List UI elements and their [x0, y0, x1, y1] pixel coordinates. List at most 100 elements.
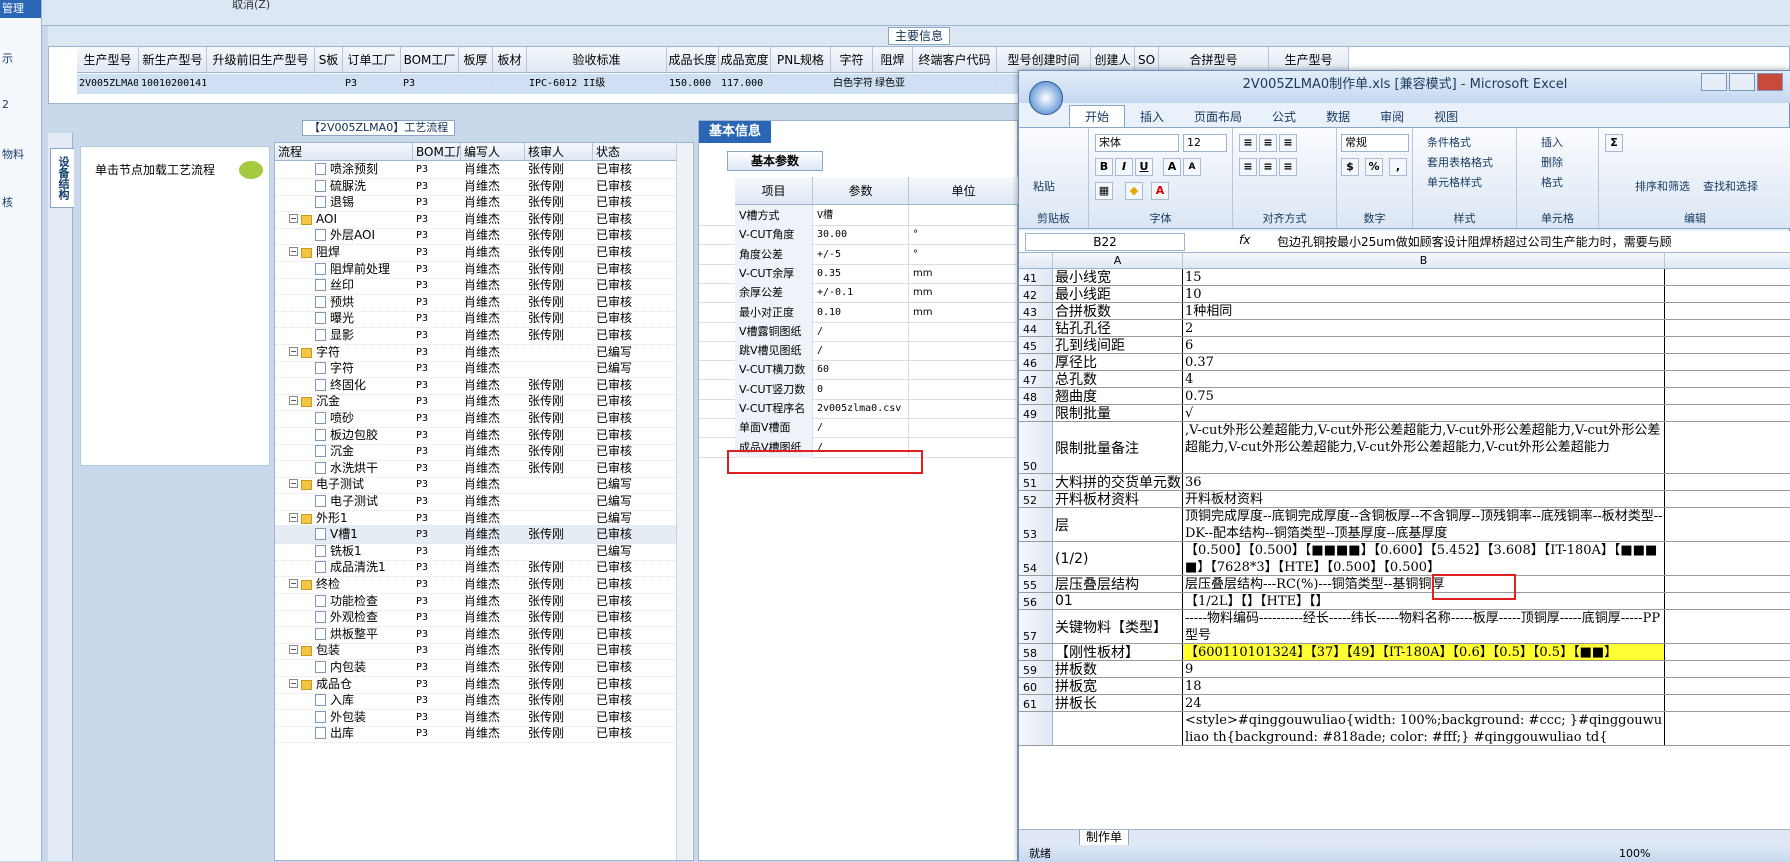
sheet-row[interactable]: 60 拼板宽 18: [1019, 678, 1790, 695]
cell-a[interactable]: 【刚性板材】: [1053, 644, 1183, 660]
paste-button[interactable]: 粘贴: [1033, 178, 1055, 194]
number-format-select[interactable]: 常规: [1341, 134, 1409, 152]
sheet-row[interactable]: 45 孔到线间距 6: [1019, 337, 1790, 354]
cell-b[interactable]: 6: [1183, 337, 1665, 353]
sheet-row[interactable]: 49 限制批量 √: [1019, 405, 1790, 422]
param-value[interactable]: 0: [813, 378, 909, 400]
row-number[interactable]: 58: [1019, 644, 1053, 660]
tree-header[interactable]: 状态: [593, 143, 683, 161]
sheet-row[interactable]: 42 最小线距 10: [1019, 286, 1790, 303]
param-value[interactable]: 2v005zlma0.csv: [813, 398, 909, 419]
row-number[interactable]: 59: [1019, 661, 1053, 677]
row-number[interactable]: 45: [1019, 337, 1053, 353]
cell-a[interactable]: 最小线距: [1053, 286, 1183, 302]
grid-cell[interactable]: [207, 74, 315, 94]
cell-b[interactable]: 顶铜完成厚度--底铜完成厚度--含铜板厚--不含铜厚--顶残铜率--底残铜率--…: [1183, 508, 1665, 541]
tab-device-structure[interactable]: 设备结构: [50, 148, 74, 208]
tree-scrollbar[interactable]: [676, 143, 692, 860]
comma-icon[interactable]: ,: [1389, 158, 1407, 176]
align-center-icon[interactable]: ≡: [1259, 158, 1277, 176]
align-middle-icon[interactable]: ≡: [1259, 134, 1277, 152]
cell-a[interactable]: 合拼板数: [1053, 303, 1183, 319]
cell-b[interactable]: 1种相同: [1183, 303, 1665, 319]
grid-header[interactable]: PNL规格: [771, 47, 831, 73]
shrink-font-icon[interactable]: A: [1183, 158, 1201, 176]
sum-icon[interactable]: Σ: [1605, 134, 1623, 152]
param-value[interactable]: 0.10: [813, 301, 909, 323]
grid-cell[interactable]: [315, 74, 343, 94]
expand-toggle-icon[interactable]: −: [289, 678, 298, 688]
cell-a[interactable]: 拼板宽: [1053, 678, 1183, 694]
cell-a[interactable]: 开料板材资料: [1053, 491, 1183, 507]
cell-b[interactable]: 【1/2L】【】【HTE】【】: [1183, 593, 1665, 609]
grid-cell[interactable]: [493, 74, 527, 94]
format-button[interactable]: 格式: [1541, 174, 1563, 190]
select-all[interactable]: [1019, 253, 1053, 269]
row-number[interactable]: 57: [1019, 610, 1053, 643]
sheet-row[interactable]: 41 最小线宽 15: [1019, 269, 1790, 286]
grid-header[interactable]: 验收标准: [527, 47, 667, 73]
cell-a[interactable]: 拼板数: [1053, 661, 1183, 677]
row-number[interactable]: 53: [1019, 508, 1053, 541]
grid-cell[interactable]: P3: [401, 74, 459, 94]
bold-icon[interactable]: B: [1095, 158, 1113, 176]
param-value[interactable]: +/-0.1: [813, 282, 909, 304]
tree-row[interactable]: 出库 P3 肖维杰 张传刚 已审核: [275, 724, 677, 744]
row-number[interactable]: 60: [1019, 678, 1053, 694]
param-row[interactable]: 跳V槽见图纸 /: [699, 340, 1019, 362]
comment-bubble-icon[interactable]: [239, 161, 263, 179]
cell-a[interactable]: 层压叠层结构: [1053, 576, 1183, 592]
param-row[interactable]: V-CUT程序名 2v005zlma0.csv: [699, 398, 1019, 419]
expand-toggle-icon[interactable]: −: [289, 213, 298, 223]
row-number[interactable]: 52: [1019, 491, 1053, 507]
tree-header[interactable]: BOM工厂: [413, 143, 461, 161]
delete-button[interactable]: 删除: [1541, 154, 1563, 170]
percent-icon[interactable]: %: [1365, 158, 1383, 176]
sheet-row[interactable]: 46 厚径比 0.37: [1019, 354, 1790, 371]
cell-a[interactable]: 孔到线间距: [1053, 337, 1183, 353]
nav-item[interactable]: 物料: [2, 146, 24, 162]
nav-item[interactable]: 核: [2, 194, 13, 210]
find-select-button[interactable]: 查找和选择: [1703, 178, 1758, 194]
cell-a[interactable]: 厚径比: [1053, 354, 1183, 370]
grid-header[interactable]: 成品宽度: [719, 47, 771, 73]
sheet-row[interactable]: 55 层压叠层结构 层压叠层结构---RC(%)---铜箔类型--基铜铜厚: [1019, 576, 1790, 593]
grid-header[interactable]: S板: [315, 47, 343, 73]
sheet-row[interactable]: 58 【刚性板材】 【600110101324】【37】【49】【IT-180A】【…: [1019, 644, 1790, 661]
cell-b[interactable]: -----物料编码----------经长-----纬长-----物料名称---…: [1183, 610, 1665, 643]
cell-a[interactable]: (1/2): [1053, 542, 1183, 575]
grid-header[interactable]: 生产型号: [77, 47, 139, 73]
row-number[interactable]: 61: [1019, 695, 1053, 711]
sheet-row[interactable]: 61 拼板长 24: [1019, 695, 1790, 712]
expand-toggle-icon[interactable]: −: [289, 579, 298, 588]
param-row[interactable]: 余厚公差 +/-0.1 mm: [699, 282, 1019, 304]
sheet-row[interactable]: <style>#qinggouwuliao{width: 100%;backgr…: [1019, 712, 1790, 746]
row-number[interactable]: 51: [1019, 474, 1053, 490]
cell-b[interactable]: 【600110101324】【37】【49】【IT-180A】【0.6】【0.5…: [1183, 644, 1665, 660]
ribbon-tab[interactable]: 公式: [1257, 106, 1311, 128]
nav-item[interactable]: 示: [2, 50, 13, 66]
cell-a[interactable]: 限制批量备注: [1053, 422, 1183, 473]
nav-top-label[interactable]: 管理: [0, 0, 41, 18]
cell-b[interactable]: 开料板材资料: [1183, 491, 1665, 507]
ribbon-tab[interactable]: 审阅: [1365, 106, 1419, 128]
grid-header[interactable]: 终端客户代码: [913, 47, 997, 73]
grid-header[interactable]: 新生产型号: [139, 47, 207, 73]
grid-cell[interactable]: 150.000: [667, 74, 719, 94]
fill-color-icon[interactable]: ◆: [1125, 182, 1143, 200]
expand-toggle-icon[interactable]: −: [289, 512, 298, 522]
minimize-icon[interactable]: [1701, 73, 1727, 91]
param-row[interactable]: 单面V槽面 /: [699, 417, 1019, 439]
sheet-row[interactable]: 51 大料拼的交货单元数 36: [1019, 474, 1790, 491]
row-number[interactable]: 50: [1019, 422, 1053, 473]
grid-header[interactable]: 成品长度: [667, 47, 719, 73]
cancel-button[interactable]: 取消(Z): [232, 0, 270, 12]
conditional-format-button[interactable]: 条件格式: [1427, 134, 1471, 150]
sheet-row[interactable]: 47 总孔数 4: [1019, 371, 1790, 388]
param-row[interactable]: V-CUT横刀数 60: [699, 359, 1019, 381]
cell-a[interactable]: 翘曲度: [1053, 388, 1183, 404]
cell-b[interactable]: 18: [1183, 678, 1665, 694]
ribbon-tab[interactable]: 开始: [1069, 105, 1126, 128]
grid-cell[interactable]: P3: [343, 74, 401, 94]
param-value[interactable]: /: [813, 417, 909, 439]
